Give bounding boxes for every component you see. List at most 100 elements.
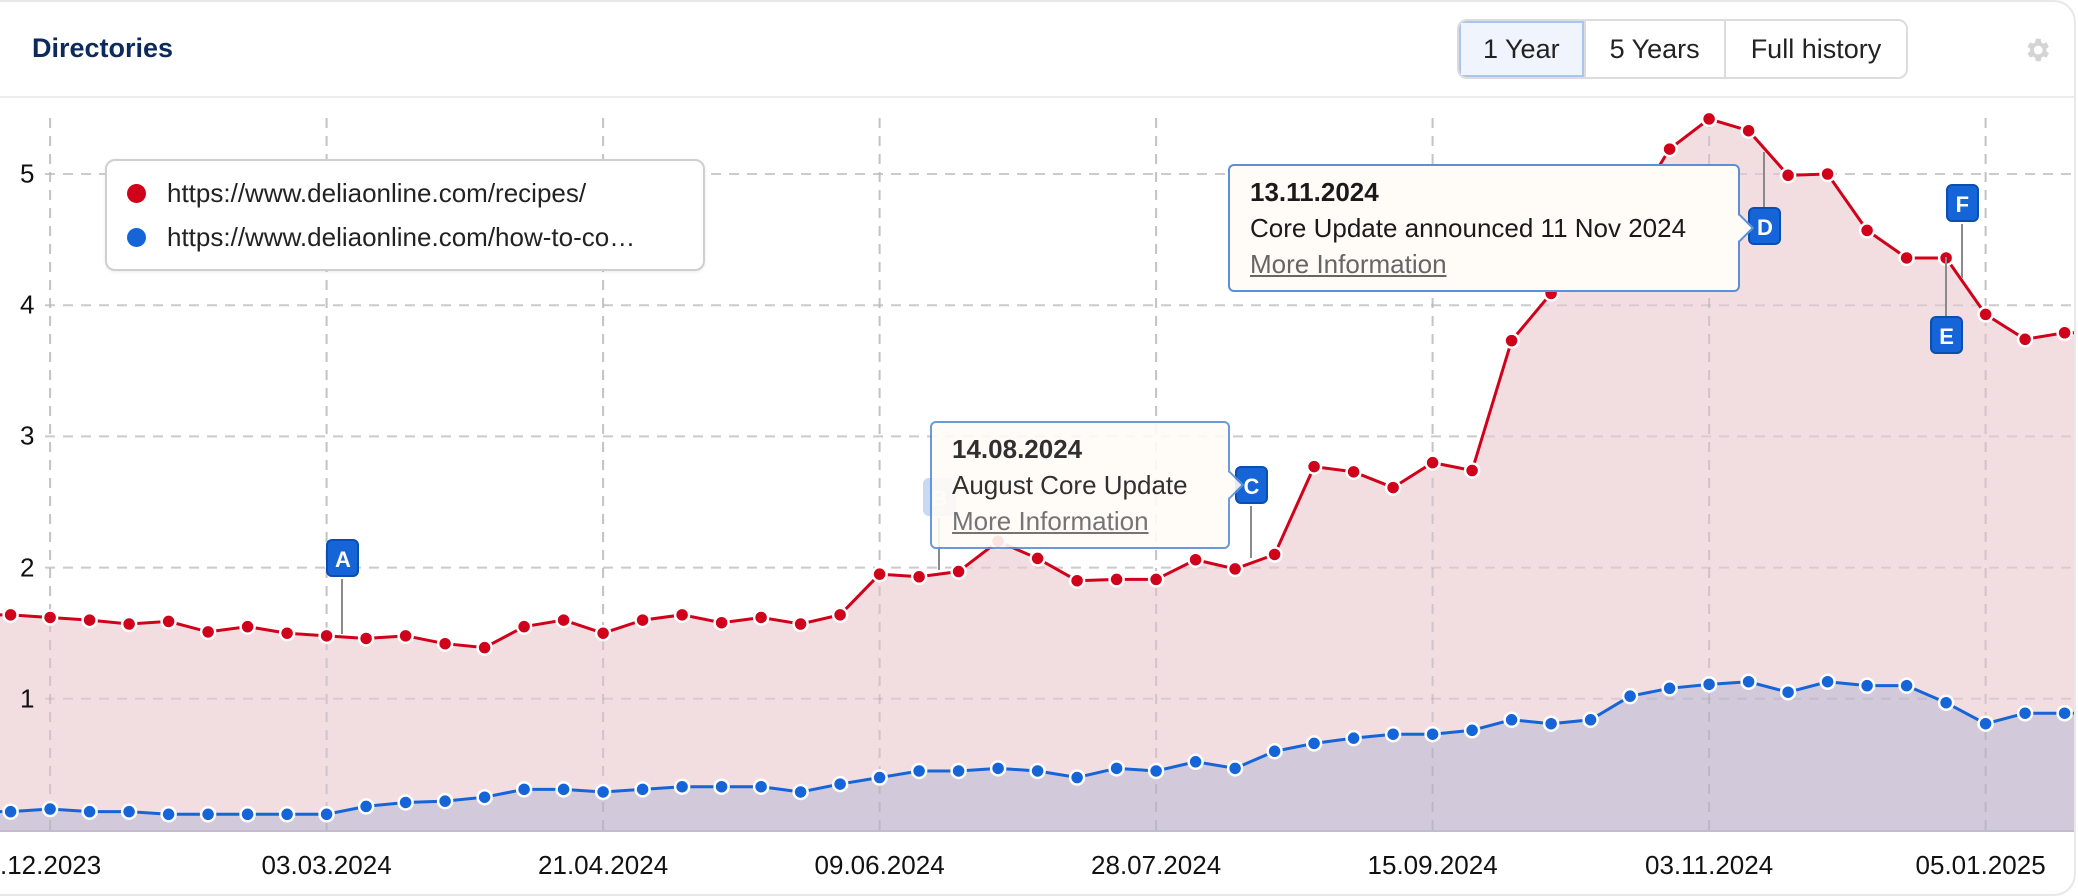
annotation-flag-f[interactable]: F bbox=[1945, 184, 1979, 222]
x-tick-label: .12.2023 bbox=[0, 850, 102, 880]
data-point-how-to bbox=[1384, 725, 1402, 743]
data-point-how-to bbox=[160, 806, 177, 823]
data-point-recipes bbox=[673, 606, 691, 624]
x-tick-label: 03.11.2024 bbox=[1644, 850, 1774, 880]
data-point-recipes bbox=[1424, 454, 1441, 471]
annotation-flag-a[interactable]: A bbox=[326, 539, 360, 577]
annotation-flag-stem bbox=[1945, 257, 1948, 317]
data-point-how-to bbox=[81, 803, 98, 820]
annotation-tooltip-b: 14.08.2024 August Core Update More Infor… bbox=[930, 421, 1230, 549]
data-point-recipes bbox=[357, 630, 375, 647]
tooltip-date: 14.08.2024 bbox=[952, 434, 1083, 464]
legend-item-recipes[interactable]: https://www.deliaonline.com/recipes/ bbox=[127, 173, 586, 213]
gear-icon[interactable] bbox=[2022, 35, 2052, 65]
data-point-recipes bbox=[594, 624, 612, 642]
data-point-recipes bbox=[831, 606, 849, 624]
data-point-recipes bbox=[199, 623, 217, 641]
data-point-how-to bbox=[2016, 704, 2034, 722]
data-point-how-to bbox=[436, 792, 454, 810]
data-point-how-to bbox=[476, 788, 493, 806]
data-point-recipes bbox=[1266, 546, 1283, 563]
data-point-recipes bbox=[515, 618, 533, 635]
range-5-years-button[interactable]: 5 Years bbox=[1585, 21, 1726, 77]
data-point-how-to bbox=[1582, 711, 1599, 729]
y-tick-label: 1 bbox=[20, 683, 35, 714]
range-1-year-button[interactable]: 1 Year bbox=[1459, 21, 1586, 77]
data-point-recipes bbox=[752, 609, 770, 626]
data-point-how-to bbox=[515, 781, 533, 798]
data-point-how-to bbox=[752, 778, 770, 795]
more-information-link[interactable]: More Information bbox=[1250, 246, 1718, 282]
data-point-how-to bbox=[1621, 687, 1639, 705]
data-point-how-to bbox=[199, 806, 217, 823]
data-point-how-to bbox=[1424, 725, 1441, 743]
annotation-flag-stem bbox=[1960, 224, 1963, 278]
data-point-how-to bbox=[2056, 704, 2073, 722]
data-point-recipes bbox=[792, 615, 809, 633]
y-tick-label: 4 bbox=[20, 289, 35, 320]
range-full-history-button[interactable]: Full history bbox=[1725, 21, 1907, 77]
data-point-recipes bbox=[2, 606, 19, 624]
data-point-how-to bbox=[831, 775, 849, 793]
data-point-recipes bbox=[1977, 306, 1994, 323]
data-point-recipes bbox=[1345, 463, 1362, 481]
annotation-flag-stem bbox=[1249, 506, 1252, 558]
data-point-recipes bbox=[41, 609, 59, 626]
annotation-tooltip-d: 13.11.2024 Core Update announced 11 Nov … bbox=[1228, 164, 1740, 292]
legend-marker-red bbox=[127, 183, 146, 203]
data-point-recipes bbox=[1661, 140, 1678, 158]
data-point-how-to bbox=[1187, 753, 1204, 771]
data-point-how-to bbox=[41, 800, 59, 818]
y-tick-label: 5 bbox=[20, 158, 35, 189]
annotation-flag-d[interactable]: D bbox=[1748, 207, 1782, 245]
legend-label: https://www.deliaonline.com/how-to-co… bbox=[167, 221, 636, 252]
annotation-flag-stem bbox=[1763, 152, 1766, 208]
annotation-flag-e[interactable]: E bbox=[1930, 316, 1964, 354]
data-point-recipes bbox=[120, 615, 138, 633]
data-point-how-to bbox=[1068, 769, 1086, 786]
chart-legend: https://www.deliaonline.com/recipes/ htt… bbox=[105, 159, 705, 271]
card-title: Directories bbox=[32, 33, 174, 63]
data-point-how-to bbox=[1226, 760, 1244, 777]
data-point-how-to bbox=[1345, 729, 1362, 747]
data-point-recipes bbox=[476, 639, 493, 656]
y-tick-label: 2 bbox=[20, 552, 35, 583]
more-information-link[interactable]: More Information bbox=[952, 503, 1208, 539]
annotation-flag-stem bbox=[341, 579, 344, 634]
tooltip-text: August Core Update bbox=[952, 470, 1188, 500]
data-point-how-to bbox=[594, 783, 612, 801]
data-point-how-to bbox=[1661, 680, 1678, 697]
data-point-recipes bbox=[2016, 331, 2034, 348]
data-point-recipes bbox=[1187, 551, 1204, 568]
data-point-how-to bbox=[278, 806, 296, 823]
data-point-how-to bbox=[1740, 673, 1757, 690]
x-tick-label: 05.01.2025 bbox=[1915, 850, 2046, 880]
data-point-recipes bbox=[1700, 110, 1718, 128]
data-point-how-to bbox=[989, 760, 1007, 777]
data-point-how-to bbox=[1779, 683, 1797, 701]
data-point-recipes bbox=[318, 627, 335, 645]
legend-item-how-to[interactable]: https://www.deliaonline.com/how-to-co… bbox=[127, 217, 635, 257]
data-point-recipes bbox=[1898, 249, 1915, 267]
data-point-recipes bbox=[1819, 165, 1836, 183]
data-point-recipes bbox=[1147, 571, 1165, 588]
data-point-how-to bbox=[1503, 711, 1520, 729]
data-point-recipes bbox=[278, 624, 296, 642]
data-point-how-to bbox=[634, 781, 651, 798]
data-point-recipes bbox=[397, 627, 414, 645]
data-point-how-to bbox=[673, 778, 691, 795]
data-point-how-to bbox=[1542, 715, 1560, 732]
data-point-recipes bbox=[555, 611, 572, 629]
directories-card: Directories 1 Year 5 Years Full history … bbox=[0, 0, 2076, 896]
data-point-recipes bbox=[1226, 560, 1244, 578]
data-point-how-to bbox=[397, 794, 414, 811]
tooltip-text: Core Update announced 11 Nov 2024 bbox=[1250, 213, 1687, 243]
data-point-recipes bbox=[1384, 479, 1402, 496]
data-point-how-to bbox=[1266, 743, 1283, 760]
data-point-recipes bbox=[1463, 462, 1481, 479]
data-point-how-to bbox=[1819, 673, 1836, 690]
data-point-recipes bbox=[634, 611, 651, 629]
data-point-recipes bbox=[1503, 332, 1520, 349]
data-point-how-to bbox=[713, 778, 730, 795]
data-point-how-to bbox=[1937, 694, 1955, 711]
